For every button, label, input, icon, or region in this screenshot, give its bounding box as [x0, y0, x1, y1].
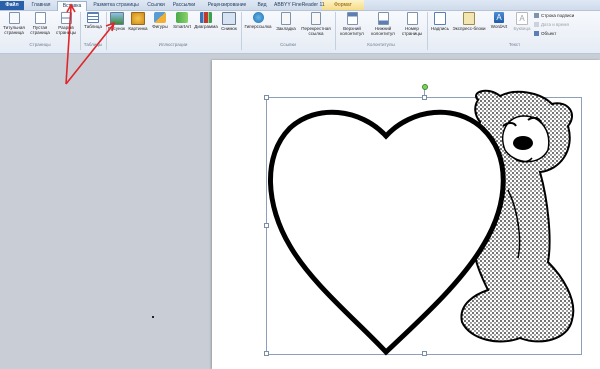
annotation-arrows — [65, 3, 116, 85]
clipart-image — [65, 3, 575, 356]
